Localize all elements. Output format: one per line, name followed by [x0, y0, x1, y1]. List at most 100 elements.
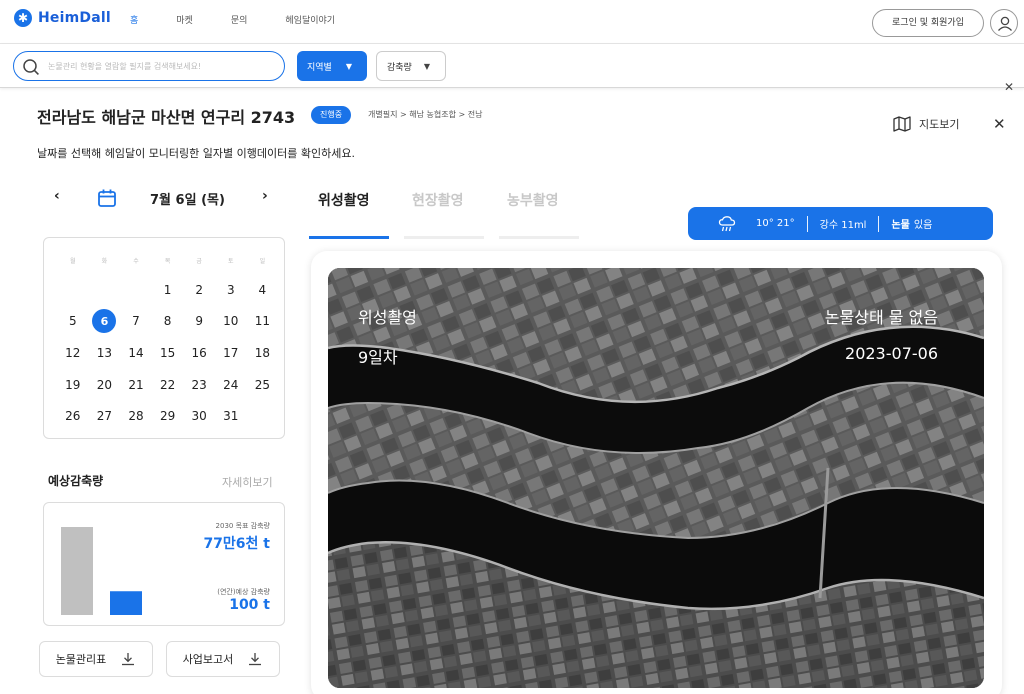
next-date-button[interactable]: ›	[262, 188, 268, 204]
calendar-day[interactable]: 28	[120, 400, 152, 432]
reduction-more-link[interactable]: 자세히보기	[222, 474, 273, 490]
calendar-day[interactable]: 23	[183, 369, 215, 401]
calendar-day-number: 20	[96, 377, 113, 392]
search-box	[13, 51, 285, 81]
calendar-day[interactable]: 13	[89, 337, 121, 369]
calendar-day[interactable]: 1	[152, 274, 184, 306]
calendar-day[interactable]: 6	[89, 306, 121, 338]
calendar-day[interactable]: 9	[183, 306, 215, 338]
reduction-title: 예상감축량	[48, 474, 104, 488]
calendar-day[interactable]: 7	[120, 306, 152, 338]
calendar-day[interactable]: 24	[215, 369, 247, 401]
tab-farmer[interactable]: 농부촬영	[507, 190, 559, 210]
brand-logo[interactable]: ✱ HeimDall	[14, 9, 111, 27]
top-close-icon[interactable]: ✕	[1004, 80, 1014, 94]
calendar-day[interactable]: 14	[120, 337, 152, 369]
calendar-day-number: 31	[223, 409, 239, 424]
calendar-day[interactable]: 2	[183, 274, 215, 306]
calendar-day[interactable]: 22	[152, 369, 184, 401]
region-filter-dropdown[interactable]: 지역별 ▼	[297, 51, 367, 81]
calendar-day[interactable]: 29	[152, 400, 184, 432]
panel-close-icon[interactable]: ✕	[993, 115, 1006, 133]
calendar-day-number: 17	[223, 345, 239, 360]
calendar-day-number: 28	[128, 409, 144, 424]
calendar-day[interactable]: 15	[152, 337, 184, 369]
weather-temperature: 10° 21°	[756, 218, 795, 229]
image-title: 위성촬영	[358, 308, 417, 327]
calendar-weekday: 월	[70, 258, 76, 265]
calendar-day[interactable]: 20	[89, 369, 121, 401]
weather-divider	[878, 215, 880, 232]
download-report-button[interactable]: 사업보고서	[166, 641, 280, 677]
current-date-label: 7월 6일 (목)	[150, 193, 225, 208]
map-view-button[interactable]: 지도보기	[893, 116, 959, 132]
calendar-day[interactable]: 5	[57, 306, 89, 338]
calendar-day-number: 23	[191, 377, 207, 392]
calendar-day-number: 12	[65, 345, 81, 360]
nav-item-home[interactable]: 홈	[130, 13, 138, 26]
logo-star-icon: ✱	[14, 9, 32, 27]
calendar-day[interactable]: 30	[183, 400, 215, 432]
calendar-icon[interactable]	[97, 188, 117, 212]
calendar-day[interactable]: 16	[183, 337, 215, 369]
calendar-day[interactable]: 25	[247, 369, 279, 401]
reduction-card: 2030 목표 감축량 77만6천 t (연간)예상 감축량 100 t	[43, 502, 285, 626]
calendar-day[interactable]: 19	[57, 369, 89, 401]
calendar-day[interactable]: 10	[215, 306, 247, 338]
search-input[interactable]	[48, 57, 276, 75]
target-reduction-bar	[61, 527, 93, 615]
download-table-button[interactable]: 논물관리표	[39, 641, 153, 677]
tab-field[interactable]: 현장촬영	[412, 190, 464, 210]
calendar-day-number: 15	[159, 345, 176, 360]
calendar-day-number: 3	[226, 282, 235, 297]
calendar-day-number: 5	[68, 314, 77, 329]
nav-item-story[interactable]: 헤임달이야기	[285, 13, 335, 26]
calendar-day-number: 13	[96, 345, 113, 360]
annual-reduction-value: 100 t	[229, 597, 270, 613]
calendar-day[interactable]: 12	[57, 337, 89, 369]
calendar-weekdays: 월화수목금토일	[57, 256, 278, 265]
login-signup-button[interactable]: 로그인 및 회원가입	[872, 9, 984, 37]
download-icon	[122, 653, 135, 666]
annual-reduction-label: (연간)예상 감축량	[217, 588, 270, 596]
calendar-day-number: 1	[163, 282, 172, 297]
calendar-day[interactable]: 26	[57, 400, 89, 432]
annual-reduction-bar	[110, 591, 142, 615]
breadcrumb: 개별필지 > 해남 농협조합 > 전남	[368, 110, 483, 119]
calendar-grid: 1 2 3 4 5 6 7 8 9 10 11 12 13 14 15 16 17 18 19 20 21 22 23 24 2…	[57, 274, 278, 432]
calendar-day-number: 26	[65, 409, 81, 424]
user-icon	[998, 16, 1012, 31]
calendar-day[interactable]: 21	[120, 369, 152, 401]
calendar-weekday: 토	[228, 258, 234, 265]
reduction-filter-label: 감축량	[387, 62, 412, 73]
satellite-image-graphic	[328, 268, 984, 688]
calendar-day-number: 9	[195, 314, 203, 329]
calendar-day[interactable]: 17	[215, 337, 247, 369]
calendar-day[interactable]: 3	[215, 274, 247, 306]
tab-field-indicator	[404, 236, 484, 239]
calendar-day[interactable]: 11	[247, 306, 279, 338]
reduction-filter-dropdown[interactable]: 감축량 ▼	[376, 51, 446, 81]
calendar-day-number: 6	[92, 309, 117, 334]
calendar-day[interactable]: 31	[215, 400, 247, 432]
weather-rainfall: 강수 11ml	[819, 220, 867, 231]
user-profile-button[interactable]	[990, 9, 1018, 37]
tab-satellite[interactable]: 위성촬영	[318, 190, 370, 210]
status-badge: 진행중	[311, 106, 352, 124]
prev-date-button[interactable]: ‹	[54, 188, 60, 204]
calendar-day[interactable]: 8	[152, 306, 184, 338]
caret-down-icon: ▼	[345, 61, 352, 71]
image-day-count: 9일차	[358, 348, 398, 367]
calendar-day[interactable]: 27	[89, 400, 121, 432]
calendar-day-number: 18	[254, 345, 270, 360]
search-filter-row: 지역별 ▼ 감축량 ▼	[0, 44, 1024, 88]
calendar-weekday: 목	[164, 258, 171, 265]
calendar-day[interactable]: 4	[247, 274, 279, 306]
nav-item-inquiry[interactable]: 문의	[231, 13, 248, 26]
calendar-day-number: 2	[195, 282, 203, 297]
calendar-day-number: 8	[163, 314, 172, 329]
download-table-label: 논물관리표	[55, 653, 107, 666]
nav-item-market[interactable]: 마켓	[176, 13, 193, 26]
tab-satellite-indicator	[309, 236, 389, 239]
calendar-day[interactable]: 18	[247, 337, 279, 369]
